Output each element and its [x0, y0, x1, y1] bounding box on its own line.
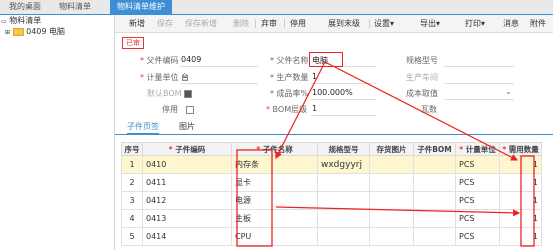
- arrow-annotation: [275, 206, 521, 217]
- arrow-annotation: [324, 61, 519, 161]
- arrow-annotation: [275, 61, 326, 160]
- name-column-highlight: [236, 149, 273, 247]
- annotation-overlay: [236, 61, 535, 247]
- qty-column-highlight: [520, 155, 535, 247]
